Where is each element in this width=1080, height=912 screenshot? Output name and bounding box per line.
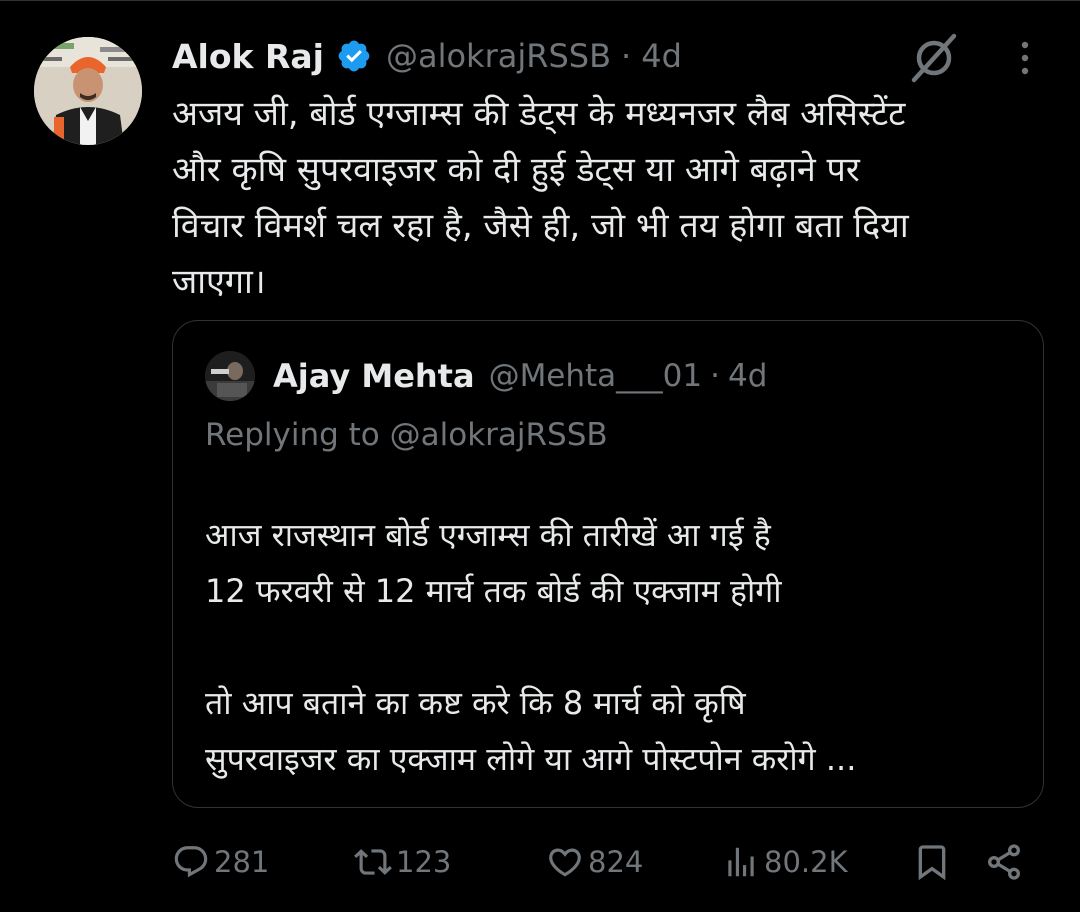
quoted-time[interactable]: 4d [728,358,767,394]
like-icon [549,848,581,877]
quoted-text-line: 12 फरवरी से 12 मार्च तक बोर्ड की एक्जाम … [205,572,782,610]
tweet-header: Alok Raj @alokrajRSSB · 4d [172,30,682,82]
views-button[interactable]: 80.2K [722,834,848,890]
quoted-author-avatar[interactable] [205,351,255,401]
tweet-text-line: जाएगा। [172,262,266,302]
separator-dot: · [710,358,720,394]
author-avatar[interactable] [34,37,142,145]
quoted-text-line: तो आप बताने का कष्ट करे कि 8 मार्च को कृ… [205,684,746,722]
action-bar: 281 123 824 80.2K [172,834,1052,890]
quoted-tweet[interactable]: Ajay Mehta @Mehta___01 · 4d Replying to … [172,320,1044,808]
replying-to-label: Replying to [205,417,390,453]
share-button[interactable] [984,834,1028,890]
author-handle[interactable]: @alokrajRSSB [386,37,611,75]
separator-dot: · [621,37,632,75]
tweet-text-line: और कृषि सुपरवाइजर को दी हुई डेट्स या आगे… [172,150,860,190]
quoted-author-handle[interactable]: @Mehta___01 [489,358,703,394]
repost-count: 123 [396,845,452,879]
quoted-header: Ajay Mehta @Mehta___01 · 4d [273,351,767,401]
verified-badge-icon [338,40,370,72]
like-count: 824 [588,845,644,879]
grok-icon[interactable] [906,33,962,83]
views-icon [728,847,754,877]
quoted-avatar-image [205,351,255,401]
author-name[interactable]: Alok Raj [172,37,324,76]
quoted-text-line: आज राजस्थान बोर्ड एग्जाम्स की तारीखें आ … [205,516,771,554]
quoted-text: आज राजस्थान बोर्ड एग्जाम्स की तारीखें आ … [205,507,1025,787]
quoted-text-line: सुपरवाइजर का एक्जाम लोगे या आगे पोस्टपोन… [205,740,857,778]
share-icon [988,844,1020,880]
tweet-text: अजय जी, बोर्ड एग्जाम्स की डेट्स के मध्यन… [172,86,1052,310]
bookmark-button[interactable] [912,834,956,890]
replying-to-handle[interactable]: @alokrajRSSB [390,417,608,453]
bookmark-icon [918,845,946,881]
replying-to: Replying to @alokrajRSSB [205,417,608,453]
quoted-author-name[interactable]: Ajay Mehta [273,357,475,395]
repost-button[interactable]: 123 [354,834,451,890]
like-button[interactable]: 824 [546,834,643,890]
repost-icon [354,849,392,875]
tweet-time[interactable]: 4d [641,37,682,75]
more-icon[interactable] [1012,38,1038,78]
reply-button[interactable]: 281 [172,834,269,890]
reply-count: 281 [214,845,270,879]
tweet-text-line: अजय जी, बोर्ड एग्जाम्स की डेट्स के मध्यन… [172,94,906,134]
reply-icon [174,846,208,878]
top-divider [0,0,1080,1]
quoted-text-line [205,619,1025,675]
views-count: 80.2K [764,845,848,879]
tweet-text-line: विचार विमर्श चल रहा है, जैसे ही, जो भी त… [172,206,909,246]
author-avatar-image [34,37,142,145]
